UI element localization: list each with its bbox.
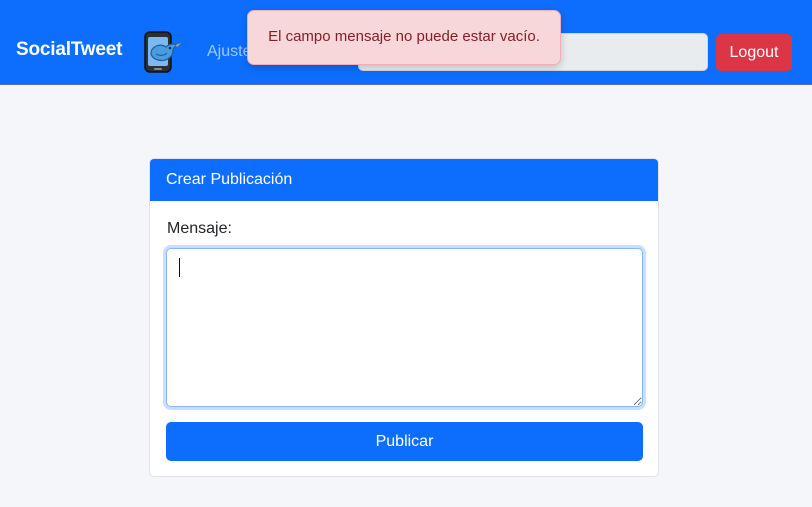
message-textarea[interactable] xyxy=(166,248,643,407)
phone-bird-logo-icon xyxy=(142,30,184,74)
card-header: Crear Publicación xyxy=(150,159,658,201)
logout-button[interactable]: Logout xyxy=(716,34,792,71)
text-caret xyxy=(179,258,180,277)
brand-link[interactable]: SocialTweet xyxy=(16,39,122,61)
message-label: Mensaje: xyxy=(167,220,232,237)
publish-button[interactable]: Publicar xyxy=(166,422,643,461)
toast-message: El campo mensaje no puede estar vacío. xyxy=(268,28,540,45)
error-toast: El campo mensaje no puede estar vacío. xyxy=(247,10,561,65)
create-post-card: Crear Publicación Mensaje: Publicar xyxy=(149,158,659,477)
card-title: Crear Publicación xyxy=(166,171,293,188)
